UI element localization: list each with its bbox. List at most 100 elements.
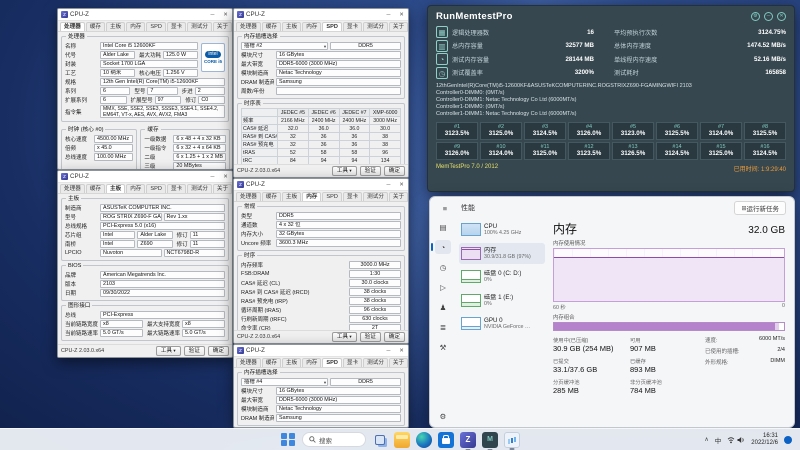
tab[interactable]: 处理器: [236, 192, 261, 201]
tools-button[interactable]: 工具: [332, 166, 357, 176]
tab[interactable]: 测试分: [363, 358, 388, 367]
close-icon[interactable]: ✕: [395, 179, 408, 191]
processes-icon[interactable]: [435, 220, 451, 234]
validate-button[interactable]: 验证: [360, 166, 381, 176]
tab[interactable]: 测试分: [363, 22, 388, 31]
tab[interactable]: 缓存: [262, 22, 281, 31]
slot-select[interactable]: 插槽 #4: [241, 378, 328, 386]
notification-badge[interactable]: [784, 436, 792, 444]
cpu-z-icon[interactable]: [460, 432, 476, 448]
tab[interactable]: SPD: [322, 358, 342, 367]
tab[interactable]: 显卡: [167, 22, 186, 31]
start-button[interactable]: [280, 432, 296, 448]
tab[interactable]: 处理器: [60, 184, 85, 193]
minimize-icon[interactable]: ─: [206, 9, 219, 21]
performance-icon[interactable]: [435, 240, 451, 254]
tab[interactable]: 显卡: [343, 358, 362, 367]
tools-button[interactable]: 工具: [332, 332, 357, 342]
tab[interactable]: 缓存: [86, 184, 105, 193]
performance-list-item[interactable]: 磁盘 1 (E:) 0%: [459, 290, 545, 312]
performance-list-item[interactable]: CPU 100% 4.25 GHz: [459, 219, 545, 241]
tab[interactable]: 主板: [106, 22, 125, 31]
settings-icon[interactable]: ⚙: [751, 12, 760, 21]
cpuz-window-spd-slot2[interactable]: CPU-Z ─✕ 处理器缓存主板内存SPD显卡测试分关于 内存插槽选择 插槽 #…: [233, 8, 409, 178]
tab[interactable]: 测试分: [187, 184, 212, 193]
tab[interactable]: 主板: [282, 192, 301, 201]
tab[interactable]: 显卡: [167, 184, 186, 193]
tab[interactable]: 测试分: [187, 22, 212, 31]
users-icon[interactable]: [435, 300, 451, 314]
minimize-icon[interactable]: ─: [382, 179, 395, 191]
tools-button[interactable]: 工具: [156, 346, 181, 356]
runmemtestpro-window[interactable]: RunMemtestPro ⚙ ─ ✕ 逻辑处理器数 16 平均预执行次数 31…: [427, 5, 795, 192]
validate-button[interactable]: 验证: [184, 346, 205, 356]
desktop-wallpaper[interactable]: CPU-Z ─✕ 处理器缓存主板内存SPD显卡测试分关于 处理器 名称Intel…: [0, 0, 800, 450]
menu-icon[interactable]: [437, 201, 453, 215]
tab[interactable]: 内存: [302, 192, 321, 201]
tab[interactable]: 显卡: [343, 22, 362, 31]
ime-indicator[interactable]: 中: [715, 435, 722, 445]
search-input[interactable]: 搜索: [302, 432, 366, 447]
tab[interactable]: 关于: [389, 22, 408, 31]
tab[interactable]: 主板: [282, 358, 301, 367]
tab[interactable]: 关于: [213, 184, 232, 193]
ok-button[interactable]: 确定: [208, 346, 229, 356]
titlebar[interactable]: CPU-Z ─✕: [58, 9, 232, 21]
clock[interactable]: 16:31 2022/12/6: [751, 433, 778, 447]
performance-list-item[interactable]: GPU 0 NVIDIA GeForce …: [459, 313, 545, 335]
performance-list-item[interactable]: 内存 30.9/31.8 GB (97%): [459, 243, 545, 265]
tab[interactable]: SPD: [322, 22, 342, 31]
titlebar[interactable]: CPU-Z ─✕: [58, 171, 232, 183]
cpuz-window-memory[interactable]: CPU-Z ─✕ 处理器缓存主板内存SPD显卡测试分关于 常规 类型DDR5通道…: [233, 178, 409, 344]
close-icon[interactable]: ✕: [395, 345, 408, 357]
minimize-icon[interactable]: ─: [764, 12, 773, 21]
startup-apps-icon[interactable]: [435, 280, 451, 294]
titlebar[interactable]: CPU-Z ─✕: [234, 179, 408, 191]
file-explorer-icon[interactable]: [394, 432, 410, 448]
store-icon[interactable]: [438, 432, 454, 448]
tab[interactable]: 处理器: [236, 358, 261, 367]
tab[interactable]: 缓存: [262, 192, 281, 201]
cpuz-window-mainboard[interactable]: CPU-Z ─✕ 处理器缓存主板内存SPD显卡测试分关于 主板 制造商ASUST…: [57, 170, 233, 358]
tab[interactable]: 内存: [302, 358, 321, 367]
cpuz-window-cpu[interactable]: CPU-Z ─✕ 处理器缓存主板内存SPD显卡测试分关于 处理器 名称Intel…: [57, 8, 233, 170]
tab[interactable]: 处理器: [236, 22, 261, 31]
tab[interactable]: 内存: [126, 22, 145, 31]
tab[interactable]: 测试分: [363, 192, 388, 201]
details-icon[interactable]: [435, 320, 451, 334]
tab[interactable]: 内存: [302, 22, 321, 31]
task-manager-window[interactable]: 性能 运行新任务 CPU 100% 4.25 GHz 内存 30.9/31.8 …: [429, 196, 795, 428]
taskbar[interactable]: 搜索 ∧ 中 16:31 2022/12/6: [0, 428, 800, 450]
app-history-icon[interactable]: [435, 260, 451, 274]
tab[interactable]: 显卡: [343, 192, 362, 201]
tab[interactable]: SPD: [146, 22, 166, 31]
tab[interactable]: 关于: [213, 22, 232, 31]
task-view-icon[interactable]: [372, 432, 388, 448]
tab[interactable]: 缓存: [262, 358, 281, 367]
close-icon[interactable]: ✕: [395, 9, 408, 21]
tab[interactable]: 处理器: [60, 22, 85, 31]
ok-button[interactable]: 确定: [384, 332, 405, 342]
settings-icon[interactable]: [435, 409, 451, 423]
close-icon[interactable]: ✕: [777, 12, 786, 21]
minimize-icon[interactable]: ─: [206, 171, 219, 183]
tab[interactable]: 主板: [106, 184, 125, 193]
services-icon[interactable]: [435, 340, 451, 354]
performance-list-item[interactable]: 磁盘 0 (C: D:) 0%: [459, 266, 545, 288]
task-manager-icon[interactable]: [504, 432, 520, 448]
titlebar[interactable]: CPU-Z ─✕: [234, 9, 408, 21]
minimize-icon[interactable]: ─: [382, 9, 395, 21]
tab[interactable]: 主板: [282, 22, 301, 31]
validate-button[interactable]: 验证: [360, 332, 381, 342]
minimize-icon[interactable]: ─: [382, 345, 395, 357]
run-new-task-button[interactable]: 运行新任务: [734, 201, 786, 215]
tab[interactable]: SPD: [322, 192, 342, 201]
cpuz-window-spd-slot4[interactable]: CPU-Z ─✕ 处理器缓存主板内存SPD显卡测试分关于 内存插槽选择 插槽 #…: [233, 344, 409, 428]
titlebar[interactable]: CPU-Z ─✕: [234, 345, 408, 357]
tab[interactable]: 内存: [126, 184, 145, 193]
ok-button[interactable]: 确定: [384, 166, 405, 176]
close-icon[interactable]: ✕: [219, 171, 232, 183]
slot-select[interactable]: 插槽 #2: [241, 42, 328, 50]
close-icon[interactable]: ✕: [219, 9, 232, 21]
tab[interactable]: 缓存: [86, 22, 105, 31]
